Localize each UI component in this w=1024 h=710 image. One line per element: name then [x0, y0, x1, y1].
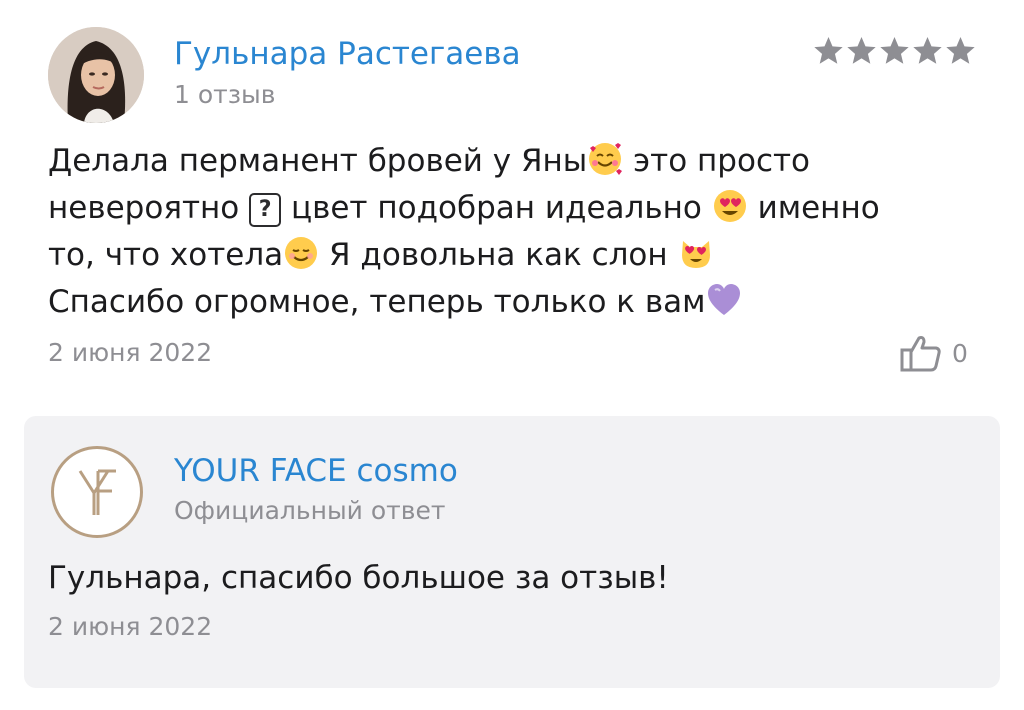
thumbs-up-icon[interactable] [900, 334, 942, 372]
heart-eyes-cat-icon [681, 241, 710, 268]
review-line: Спасибо огромное, теперь только к вам [48, 279, 978, 326]
heart-eyes-icon [713, 190, 746, 222]
yf-monogram-icon [78, 469, 116, 515]
purple-heart-icon [707, 284, 740, 315]
review-text-segment: цвет подобран идеально [281, 190, 712, 226]
star-icon [880, 36, 909, 64]
star-icon [847, 36, 876, 64]
review-text: Делала перманент бровей у Яны это просто… [48, 138, 978, 326]
avatar-photo-icon [48, 27, 144, 123]
review-text-segment: Спасибо огромное, теперь только к вам [48, 284, 706, 320]
star-icon [913, 36, 942, 64]
like-count: 0 [952, 338, 968, 368]
official-reply-label: Официальный ответ [174, 496, 446, 525]
star-icon [946, 36, 975, 64]
review-line: невероятно ? цвет подобран идеально имен… [48, 185, 978, 232]
author-avatar[interactable] [48, 27, 144, 123]
business-name[interactable]: YOUR FACE cosmo [174, 451, 458, 491]
reply-text: Гульнара, спасибо большое за отзыв! [48, 560, 669, 596]
review-text-segment: это просто [623, 143, 811, 179]
like-button[interactable]: 0 [900, 333, 968, 373]
review-card: Гульнара Растегаева 1 отзыв Делала перма… [0, 0, 1024, 400]
review-line: то, что хотела Я довольна как слон [48, 232, 978, 279]
review-text-segment: именно [747, 190, 880, 226]
rating-stars [812, 34, 980, 74]
author-name[interactable]: Гульнара Растегаева [174, 34, 521, 74]
review-text-segment: невероятно [48, 190, 250, 226]
author-review-count: 1 отзыв [174, 80, 276, 109]
official-reply-card: YOUR FACE cosmo Официальный ответ Гульна… [24, 416, 1000, 688]
review-date: 2 июня 2022 [48, 338, 213, 367]
star-icon [814, 36, 843, 64]
review-text-segment: Делала перманент бровей у Яны [48, 143, 588, 179]
unknown-glyph-icon: ? [249, 193, 282, 227]
reply-date: 2 июня 2022 [48, 612, 213, 641]
review-text-segment: Я довольна как слон [319, 237, 678, 273]
smiling-face-icon [285, 237, 318, 269]
smiling-face-with-hearts-icon [589, 143, 623, 175]
review-text-segment: то, что хотела [48, 237, 284, 273]
review-line: Делала перманент бровей у Яны это просто [48, 138, 978, 185]
business-logo[interactable] [51, 446, 143, 538]
